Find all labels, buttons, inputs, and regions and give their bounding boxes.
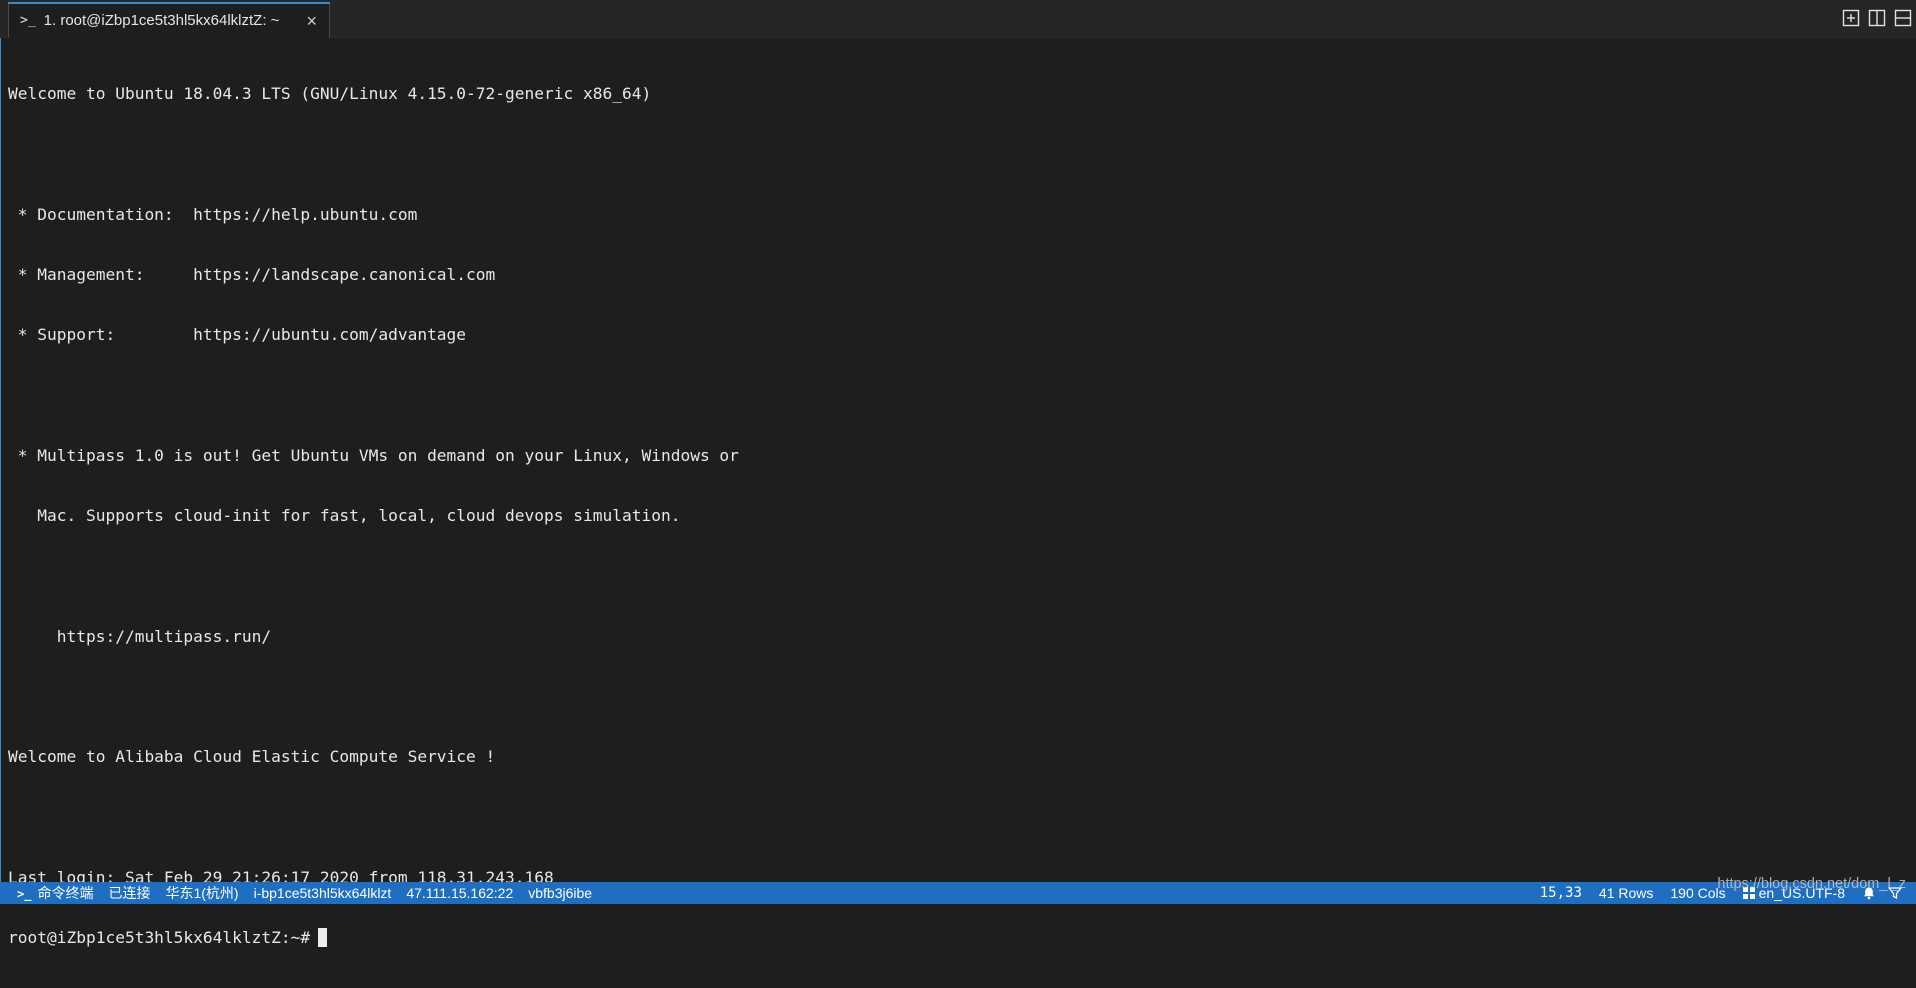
close-tab-icon[interactable]: × bbox=[306, 12, 317, 30]
terminal-line: https://multipass.run/ bbox=[8, 626, 272, 646]
terminal-output: Welcome to Ubuntu 18.04.3 LTS (GNU/Linux… bbox=[8, 44, 739, 988]
status-bar: >_ 命令终端 已连接 华东1(杭州) i-bp1ce5t3hl5kx64lklz… bbox=[0, 882, 1916, 904]
terminal-line: Welcome to Ubuntu 18.04.3 LTS (GNU/Linux… bbox=[8, 84, 652, 104]
watermark: https://blog.csdn.net/dom_l_z bbox=[1717, 876, 1906, 892]
text-cursor bbox=[318, 928, 328, 948]
cursor-position: 15,33 bbox=[1539, 885, 1582, 901]
terminal-prompt-icon: >_ bbox=[20, 13, 36, 28]
instance-id: i-bp1ce5t3hl5kx64lklzt bbox=[253, 885, 392, 901]
terminal-mode[interactable]: >_ 命令终端 bbox=[17, 883, 93, 903]
terminal-line: * Multipass 1.0 is out! Get Ubuntu VMs o… bbox=[8, 445, 739, 465]
window-actions bbox=[1842, 9, 1912, 27]
terminal-line: * Management: https://landscape.canonica… bbox=[8, 265, 496, 285]
split-vertical-icon[interactable] bbox=[1868, 9, 1886, 27]
terminal-label: 命令终端 bbox=[37, 885, 94, 901]
add-tab-icon[interactable] bbox=[1842, 9, 1860, 27]
tab-bar: >_ 1. root@iZbp1ce5t3hl5kx64lklztZ: ~ × bbox=[0, 0, 1916, 38]
status-left: >_ 命令终端 已连接 华东1(杭州) i-bp1ce5t3hl5kx64lklz… bbox=[0, 883, 607, 903]
region-label: 华东1(杭州) bbox=[165, 885, 239, 901]
terminal-prompt-line[interactable]: root@iZbp1ce5t3hl5kx64lklztZ:~# bbox=[8, 928, 739, 948]
terminal-prompt-icon: >_ bbox=[17, 887, 32, 901]
connection-status: 已连接 bbox=[108, 885, 151, 901]
host-ip: 47.111.15.162:22 bbox=[406, 885, 514, 901]
terminal-line: Mac. Supports cloud-init for fast, local… bbox=[8, 506, 681, 526]
rows-count: 41 Rows bbox=[1598, 885, 1654, 901]
shell-prompt: root@iZbp1ce5t3hl5kx64lklztZ:~# bbox=[8, 928, 311, 948]
tab-terminal-session[interactable]: >_ 1. root@iZbp1ce5t3hl5kx64lklztZ: ~ × bbox=[8, 2, 330, 38]
terminal-line: * Documentation: https://help.ubuntu.com bbox=[8, 204, 418, 224]
session-id: vbfb3j6ibe bbox=[528, 885, 593, 901]
terminal-line: Welcome to Alibaba Cloud Elastic Compute… bbox=[8, 747, 496, 767]
terminal-line: * Support: https://ubuntu.com/advantage bbox=[8, 325, 467, 345]
split-horizontal-icon[interactable] bbox=[1894, 9, 1912, 27]
terminal-viewport[interactable]: Welcome to Ubuntu 18.04.3 LTS (GNU/Linux… bbox=[0, 38, 1916, 948]
tab-title: 1. root@iZbp1ce5t3hl5kx64lklztZ: ~ bbox=[43, 12, 280, 29]
